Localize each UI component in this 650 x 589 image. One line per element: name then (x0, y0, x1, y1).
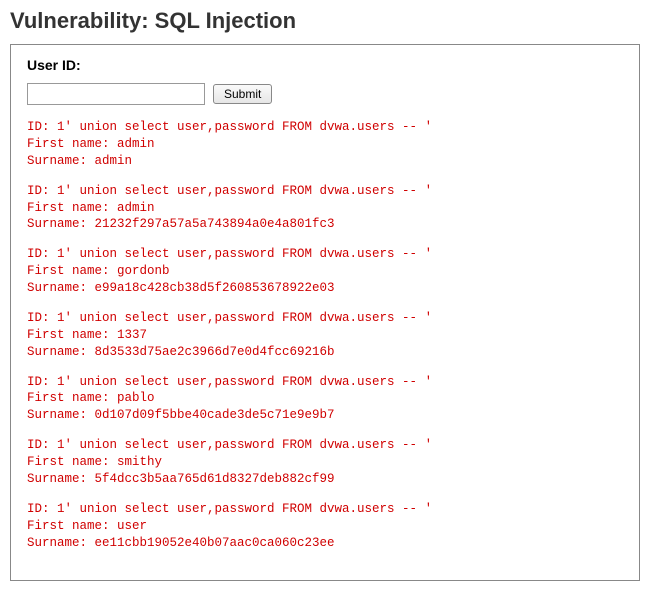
result-entry: ID: 1' union select user,password FROM d… (27, 246, 623, 297)
result-entry: ID: 1' union select user,password FROM d… (27, 119, 623, 170)
result-entry: ID: 1' union select user,password FROM d… (27, 437, 623, 488)
form-row: Submit (27, 83, 623, 105)
form-panel: User ID: Submit ID: 1' union select user… (10, 44, 640, 581)
result-entry: ID: 1' union select user,password FROM d… (27, 501, 623, 552)
user-id-label: User ID: (27, 57, 623, 73)
result-entry: ID: 1' union select user,password FROM d… (27, 183, 623, 234)
page-title: Vulnerability: SQL Injection (10, 8, 640, 34)
results-block: ID: 1' union select user,password FROM d… (27, 119, 623, 551)
result-entry: ID: 1' union select user,password FROM d… (27, 310, 623, 361)
submit-button[interactable]: Submit (213, 84, 272, 104)
user-id-input[interactable] (27, 83, 205, 105)
result-entry: ID: 1' union select user,password FROM d… (27, 374, 623, 425)
